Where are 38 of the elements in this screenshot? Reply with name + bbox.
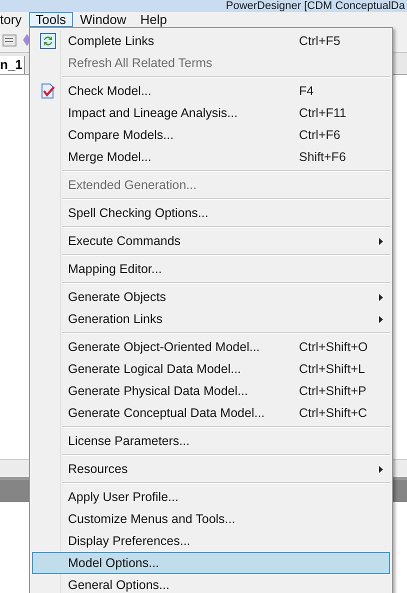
menu-item[interactable]: Check Model... F4 — [32, 80, 390, 102]
menu-item[interactable]: Mapping Editor... — [32, 258, 390, 280]
shortcut-label: Ctrl+Shift+O — [299, 338, 368, 356]
shortcut-label: F4 — [299, 82, 314, 100]
menu-item[interactable]: Generate Object-Oriented Model... Ctrl+Shift+O — [32, 336, 390, 358]
menu-bar-item[interactable]: Tools — [28, 12, 74, 27]
diagram-tab[interactable]: n_1 — [0, 56, 26, 74]
window-title: PowerDesigner [CDM ConceptualDa — [226, 0, 405, 12]
shortcut-label: Ctrl+F6 — [299, 126, 340, 144]
menu-item[interactable]: Generate Logical Data Model... Ctrl+Shift+L — [32, 358, 390, 380]
refresh-icon — [40, 33, 56, 49]
shortcut-label: Ctrl+F11 — [299, 104, 346, 122]
menu-item[interactable]: Complete Links Ctrl+F5 — [32, 30, 390, 52]
menu-item[interactable]: Impact and Lineage Analysis... Ctrl+F11 — [32, 102, 390, 124]
menu-item[interactable]: Spell Checking Options... — [32, 202, 390, 224]
menu-item[interactable]: Generate Objects — [32, 286, 390, 308]
menu-item[interactable]: Compare Models... Ctrl+F6 — [32, 124, 390, 146]
document-check-icon — [40, 83, 56, 99]
menu-bar-item[interactable]: tory — [0, 12, 29, 27]
menu-item[interactable]: Display Preferences... — [32, 530, 390, 552]
menu-item[interactable]: Generation Links — [32, 308, 390, 330]
menu-item[interactable]: Apply User Profile... — [32, 486, 390, 508]
menu-item[interactable]: Model Options... — [32, 552, 390, 574]
shortcut-label: Ctrl+Shift+C — [299, 404, 368, 422]
menu-item[interactable]: Resources — [32, 458, 390, 480]
menu-bar-item[interactable]: Help — [133, 12, 174, 27]
shortcut-label: Ctrl+Shift+P — [299, 382, 366, 400]
menu-item[interactable]: Generate Physical Data Model... Ctrl+Shift+P — [32, 380, 390, 402]
menu-item[interactable]: General Options... — [32, 574, 390, 593]
menu-item[interactable]: Generate Conceptual Data Model... Ctrl+Shift+C — [32, 402, 390, 424]
shortcut-label: Ctrl+Shift+L — [299, 360, 366, 378]
menu-item[interactable]: Customize Menus and Tools... — [32, 508, 390, 530]
shortcut-label: Ctrl+F5 — [299, 32, 340, 50]
menu-item[interactable]: License Parameters... — [32, 430, 390, 452]
menu-item[interactable]: Merge Model... Shift+F6 — [32, 146, 390, 168]
menu-item[interactable]: Execute Commands — [32, 230, 390, 252]
shortcut-label: Shift+F6 — [299, 148, 346, 166]
menu-bar-item[interactable]: Window — [73, 12, 134, 27]
